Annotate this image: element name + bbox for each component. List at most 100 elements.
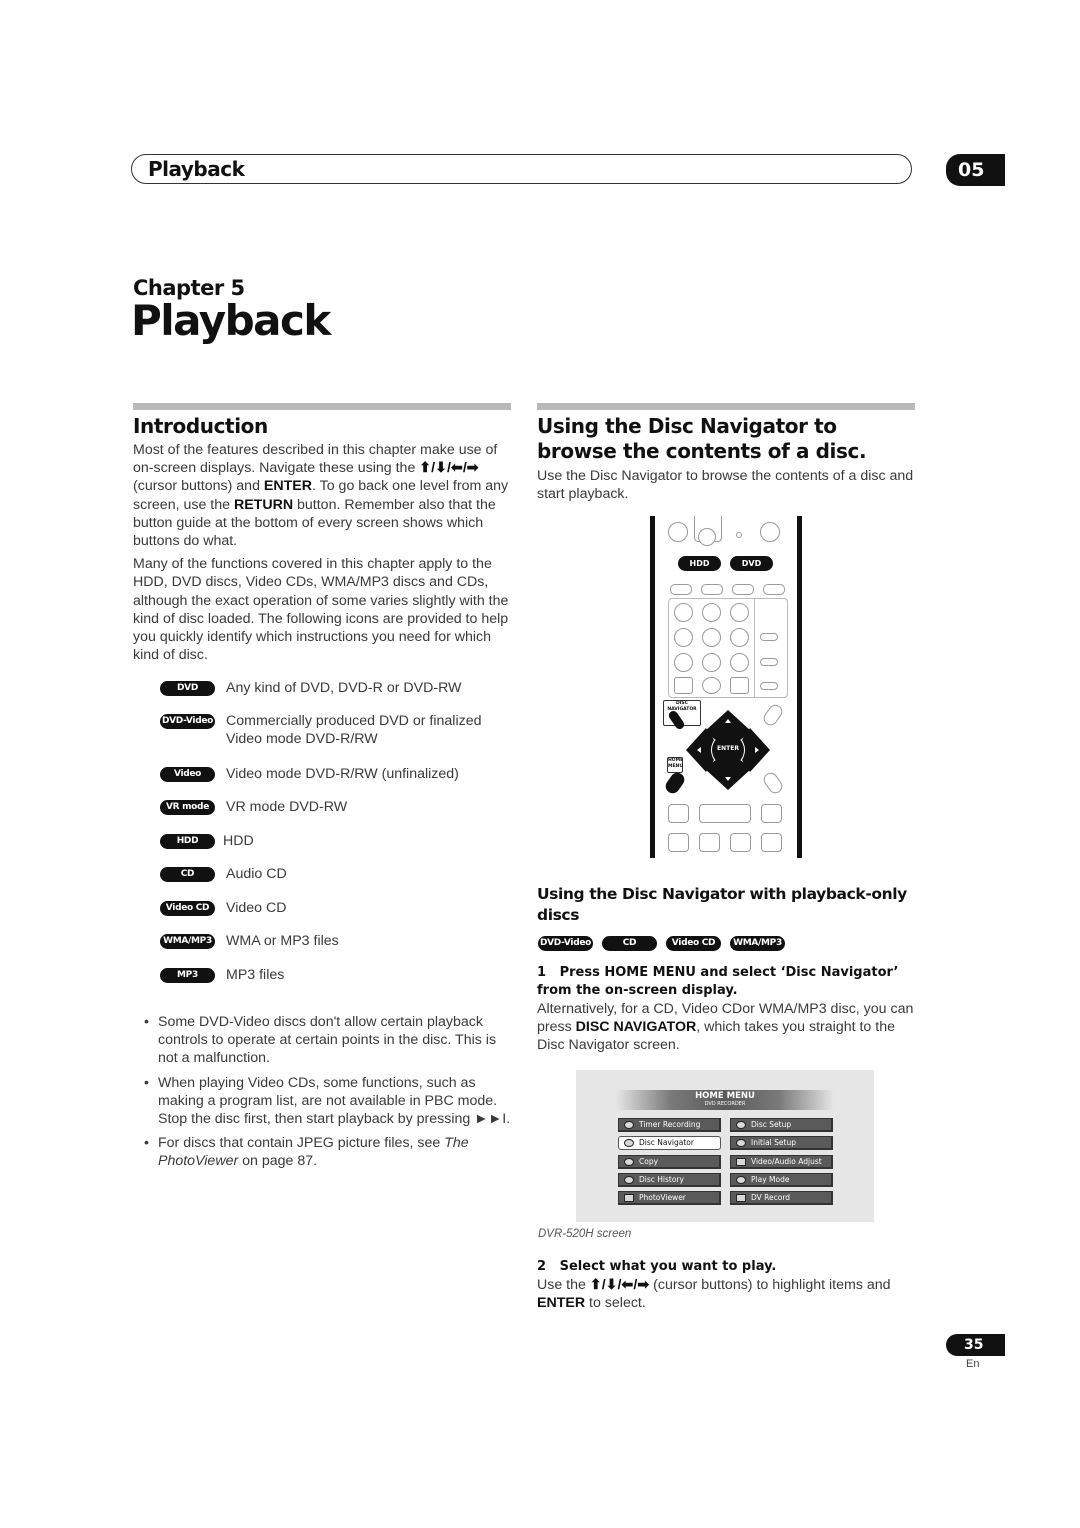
section-title: Playback — [148, 157, 245, 181]
menu-item-timer-recording: Timer Recording — [618, 1118, 721, 1132]
remote-button — [670, 584, 692, 595]
hdd-button: HDD — [678, 556, 721, 571]
remote-button — [760, 682, 778, 690]
vr-mode-badge-icon: VR mode — [160, 800, 215, 815]
icon-legend-row: DVD Any kind of DVD, DVD-R or DVD-RW — [160, 679, 511, 697]
video-cd-badge-icon: Video CD — [666, 936, 721, 951]
text: Disc Navigator — [639, 1138, 694, 1147]
remote-button — [763, 584, 785, 595]
number-button — [674, 628, 693, 647]
cd-badge-icon: CD — [602, 936, 657, 951]
intro-paragraph-2: Many of the functions covered in this ch… — [133, 556, 509, 664]
wma-mp3-badge-icon: WMA/MP3 — [730, 936, 785, 951]
icon-legend-row: VR mode VR mode DVD-RW — [160, 798, 511, 816]
remote-button — [761, 804, 782, 823]
icon-legend-row: Video mode Video mode DVD-R/RW (unfinaliz… — [160, 765, 511, 794]
clock-icon — [624, 1121, 634, 1129]
introduction-body: Most of the features described in this c… — [133, 441, 511, 669]
icon-legend-row: MP3 MP3 files — [160, 966, 511, 984]
number-button — [702, 628, 721, 647]
home-menu-banner: HOME MENU DVD RECORDER — [616, 1090, 834, 1110]
home-menu-screenshot: HOME MENU DVD RECORDER Timer Recording D… — [576, 1070, 874, 1222]
section-rule — [537, 403, 915, 410]
remote-button — [760, 658, 778, 666]
dvd-video-badge-icon: DVD-Video — [538, 936, 593, 951]
menu-item-disc-history: Disc History — [618, 1173, 721, 1187]
cd-badge-icon: CD — [160, 867, 215, 882]
menu-item-video-audio-adjust: Video/Audio Adjust — [730, 1155, 833, 1169]
copy-icon — [624, 1158, 634, 1166]
intro-paragraph-1: Most of the features described in this c… — [133, 441, 511, 550]
remote-button — [668, 522, 688, 542]
chapter-title: Playback — [131, 296, 331, 345]
remote-button — [674, 677, 693, 694]
icon-legend-row: DVD-Video Commercially produced DVD or fi… — [160, 712, 511, 748]
menu-item-copy: Copy — [618, 1155, 721, 1169]
disc-navigator-intro: Use the Disc Navigator to browse the con… — [537, 468, 914, 503]
step-1-title: 1 Press HOME MENU and select ‘Disc Navig… — [537, 965, 903, 998]
enter-keyword: ENTER — [263, 478, 312, 495]
setup-icon — [736, 1139, 746, 1147]
remote-edge — [797, 516, 802, 858]
icon-description: Any kind of DVD, DVD-R or DVD-RW — [226, 680, 462, 696]
remote-button — [730, 833, 751, 852]
hdd-badge-icon: HDD — [160, 834, 215, 849]
cursor-arrows-icon: ⬆/⬇/⬅/➡ — [589, 1277, 650, 1293]
language-code: En — [966, 1358, 980, 1370]
number-button — [730, 603, 749, 622]
remote-button — [699, 804, 751, 823]
disc-setup-icon — [736, 1121, 746, 1129]
dvd-badge-icon: DVD — [160, 681, 215, 696]
step-1-body: Alternatively, for a CD, Video CDor WMA/… — [537, 1000, 917, 1055]
disc-navigator-keyword: DISC NAVIGATOR — [575, 1019, 697, 1036]
photo-icon — [624, 1194, 634, 1202]
dv-camera-icon — [736, 1194, 746, 1202]
introduction-heading: Introduction — [133, 414, 268, 438]
text: Initial Setup — [751, 1138, 796, 1147]
remote-button — [668, 804, 689, 823]
playback-only-subheading: Using the Disc Navigator with playback-o… — [537, 885, 907, 924]
return-keyword: RETURN — [233, 496, 294, 513]
number-button — [702, 603, 721, 622]
notes-list: Some DVD-Video discs don't allow certain… — [144, 1013, 514, 1177]
play-mode-icon — [736, 1176, 746, 1184]
screenshot-caption: DVR-520H screen — [538, 1228, 632, 1240]
mp3-badge-icon: MP3 — [160, 968, 215, 983]
remote-button — [732, 584, 754, 595]
remote-button — [760, 522, 780, 542]
remote-button — [701, 584, 723, 595]
text: PhotoViewer — [639, 1193, 686, 1202]
menu-item-disc-setup: Disc Setup — [730, 1118, 833, 1132]
icon-description: HDD — [223, 833, 254, 849]
video-mode-badge-icon: Video mode — [160, 767, 215, 794]
number-button — [730, 628, 749, 647]
enter-label: ENTER — [717, 745, 739, 752]
note-item: When playing Video CDs, some functions, … — [144, 1074, 514, 1129]
wma-mp3-badge-icon: WMA/MP3 — [160, 934, 215, 949]
menu-item-disc-navigator: Disc Navigator — [618, 1136, 721, 1150]
text: Disc History — [639, 1175, 684, 1184]
icon-description: WMA or MP3 files — [226, 933, 339, 949]
text: to select. — [585, 1295, 646, 1312]
text: For discs that contain JPEG picture file… — [158, 1135, 445, 1152]
text: Video/Audio Adjust — [751, 1157, 822, 1166]
number-button — [674, 653, 693, 672]
number-button — [674, 603, 693, 622]
text: Copy — [639, 1157, 659, 1166]
icon-description: VR mode DVD-RW — [226, 799, 348, 815]
step-2-title: 2 Select what you want to play. — [537, 1259, 777, 1274]
menu-item-play-mode: Play Mode — [730, 1173, 833, 1187]
remote-control-illustration: HDD DVD DISC NAVIGATOR ENTER HOME MENU — [650, 516, 802, 858]
menu-item-photoviewer: PhotoViewer — [618, 1191, 721, 1205]
dvd-button: DVD — [730, 556, 773, 571]
disc-icon — [624, 1139, 634, 1147]
number-button — [702, 653, 721, 672]
adjust-icon — [736, 1158, 746, 1166]
icon-legend-row: Video CD Video CD — [160, 899, 511, 917]
dvd-video-badge-icon: DVD-Video — [160, 714, 215, 729]
text: Use the — [537, 1277, 590, 1293]
remote-button — [699, 833, 720, 852]
remote-edge — [650, 516, 655, 858]
remote-button — [730, 677, 749, 694]
remote-button — [761, 833, 782, 852]
